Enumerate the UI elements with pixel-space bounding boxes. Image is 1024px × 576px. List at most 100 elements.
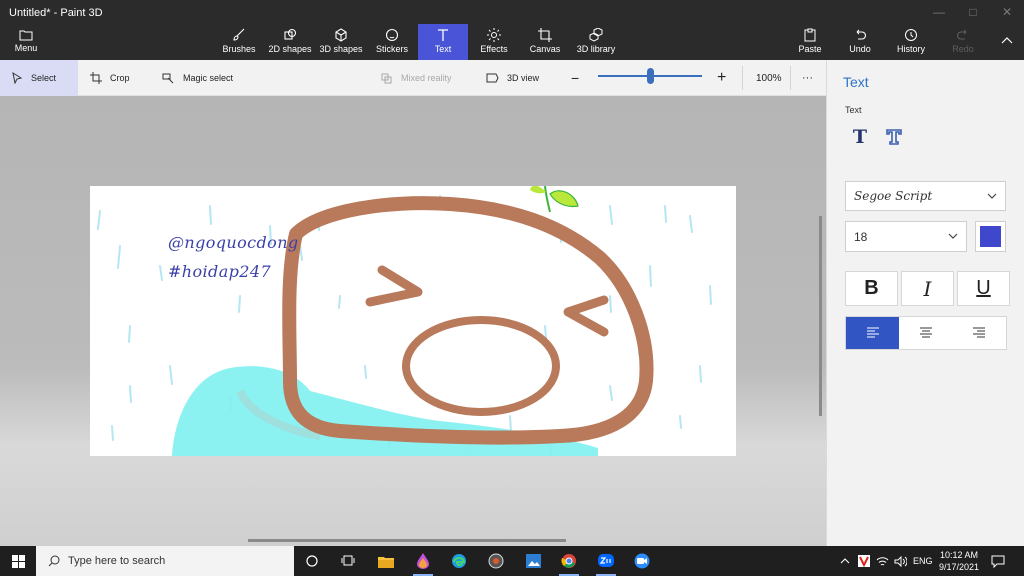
zoom-out-button[interactable]: − xyxy=(571,60,579,96)
select-button[interactable]: Select xyxy=(0,60,78,96)
action-label: Paste xyxy=(798,44,822,54)
redo-icon xyxy=(956,29,967,40)
color-swatch-fill xyxy=(980,226,1001,247)
zoom-app[interactable] xyxy=(624,546,660,576)
zoom-in-button[interactable]: + xyxy=(717,60,726,96)
zoom-slider-thumb[interactable] xyxy=(647,68,654,84)
text-color-picker[interactable] xyxy=(975,221,1006,252)
canvas-icon xyxy=(538,28,552,42)
italic-button[interactable]: I xyxy=(901,271,954,306)
align-center-button[interactable] xyxy=(899,317,953,349)
chevron-down-icon xyxy=(948,233,958,239)
2d-text-icon[interactable]: T xyxy=(849,126,871,148)
close-button[interactable]: ✕ xyxy=(990,0,1024,24)
history-icon xyxy=(905,29,917,41)
language-indicator[interactable]: ENG xyxy=(913,546,933,576)
tool-3d-library[interactable]: 3D library xyxy=(574,24,618,60)
cortana-icon xyxy=(306,555,318,567)
font-family-value: Segoe Script xyxy=(854,189,933,203)
maximize-button[interactable]: □ xyxy=(956,0,990,24)
window-title: Untitled* - Paint 3D xyxy=(9,7,103,19)
magic-select-button[interactable]: Magic select xyxy=(162,60,233,96)
3d-view-label: 3D view xyxy=(507,73,540,83)
tool-canvas[interactable]: Canvas xyxy=(526,24,564,60)
redo-button[interactable]: Redo xyxy=(950,24,976,60)
wifi-icon xyxy=(876,556,889,565)
stickers-icon xyxy=(385,28,399,42)
brush-icon xyxy=(233,28,245,41)
3d-view-button[interactable]: 3D view xyxy=(486,60,539,96)
edge-app[interactable] xyxy=(441,546,477,576)
zalo-app[interactable] xyxy=(588,546,624,576)
chrome-icon xyxy=(561,554,576,568)
tool-label: 3D shapes xyxy=(319,44,363,54)
file-explorer-app[interactable] xyxy=(368,546,404,576)
crop-icon xyxy=(90,72,102,84)
tool-effects[interactable]: Effects xyxy=(476,24,512,60)
show-hidden-icons-button[interactable] xyxy=(840,546,850,576)
clock-time: 10:12 AM xyxy=(939,550,979,560)
disc-icon xyxy=(488,553,504,569)
system-clock[interactable]: 10:12 AM 9/17/2021 xyxy=(934,549,984,573)
align-left-button[interactable] xyxy=(846,317,900,349)
tool-2d-shapes[interactable]: 2D shapes xyxy=(266,24,314,60)
alignment-buttons xyxy=(845,316,1007,350)
more-options-button[interactable]: ··· xyxy=(802,60,813,96)
window-controls: — □ ✕ xyxy=(922,0,1024,24)
align-right-button[interactable] xyxy=(952,317,1006,349)
windows-logo-icon xyxy=(11,554,25,568)
chevron-up-icon[interactable] xyxy=(1000,34,1014,48)
crop-label: Crop xyxy=(110,73,130,83)
crop-button[interactable]: Crop xyxy=(90,60,130,96)
font-family-dropdown[interactable]: Segoe Script xyxy=(845,181,1006,211)
history-button[interactable]: History xyxy=(894,24,928,60)
v-app-icon xyxy=(858,555,870,567)
select-label: Select xyxy=(31,73,57,83)
canvas-text-handle[interactable]: @ngoquocdong xyxy=(168,233,299,252)
notification-icon xyxy=(991,555,1005,568)
panel-subtitle: Text xyxy=(845,105,862,115)
paste-icon xyxy=(804,28,816,42)
tool-brushes[interactable]: Brushes xyxy=(218,24,260,60)
canvas-text-tag[interactable]: #hoidap247 xyxy=(168,262,271,281)
undo-button[interactable]: Undo xyxy=(846,24,874,60)
tool-stickers[interactable]: Stickers xyxy=(372,24,412,60)
notifications-button[interactable] xyxy=(991,546,1005,576)
zoom-video-icon xyxy=(634,553,650,569)
taskbar-search[interactable]: Type here to search xyxy=(36,546,294,576)
folder-icon xyxy=(378,556,394,568)
paint3d-app[interactable] xyxy=(405,546,441,576)
minimize-button[interactable]: — xyxy=(922,0,956,24)
start-button[interactable] xyxy=(0,546,36,576)
cortana-button[interactable] xyxy=(294,546,330,576)
font-size-dropdown[interactable]: 18 xyxy=(845,221,967,252)
volume-tray-icon[interactable] xyxy=(894,546,907,576)
workspace[interactable]: @ngoquocdong #hoidap247 xyxy=(0,96,826,546)
underline-button[interactable]: U xyxy=(957,271,1010,306)
tool-3d-shapes[interactable]: 3D shapes xyxy=(318,24,364,60)
command-bar: Select Crop Magic select Mixed reality 3… xyxy=(0,60,826,96)
media-player-app[interactable] xyxy=(478,546,514,576)
3d-text-icon[interactable] xyxy=(883,126,905,148)
paste-button[interactable]: Paste xyxy=(796,24,824,60)
tool-label: 3D library xyxy=(576,44,616,54)
photos-app[interactable] xyxy=(515,546,551,576)
menu-button[interactable]: Menu xyxy=(10,26,42,58)
chrome-app[interactable] xyxy=(551,546,587,576)
horizontal-scrollbar[interactable] xyxy=(248,539,566,542)
zoom-level[interactable]: 100% xyxy=(756,60,782,96)
vertical-scrollbar[interactable] xyxy=(819,216,822,416)
vietkey-tray-icon[interactable] xyxy=(858,546,870,576)
wifi-tray-icon[interactable] xyxy=(876,546,889,576)
tool-text[interactable]: Text xyxy=(418,24,468,60)
undo-icon xyxy=(856,29,867,40)
task-view-button[interactable] xyxy=(330,546,366,576)
pointer-icon xyxy=(12,72,23,84)
bold-button[interactable]: B xyxy=(845,271,898,306)
tool-label: Stickers xyxy=(375,44,408,54)
chevron-down-icon xyxy=(987,193,997,199)
drawing-canvas[interactable]: @ngoquocdong #hoidap247 xyxy=(90,186,736,456)
mixed-reality-button[interactable]: Mixed reality xyxy=(380,60,452,96)
drawing-artwork xyxy=(97,186,712,456)
clock-date: 9/17/2021 xyxy=(938,562,980,572)
